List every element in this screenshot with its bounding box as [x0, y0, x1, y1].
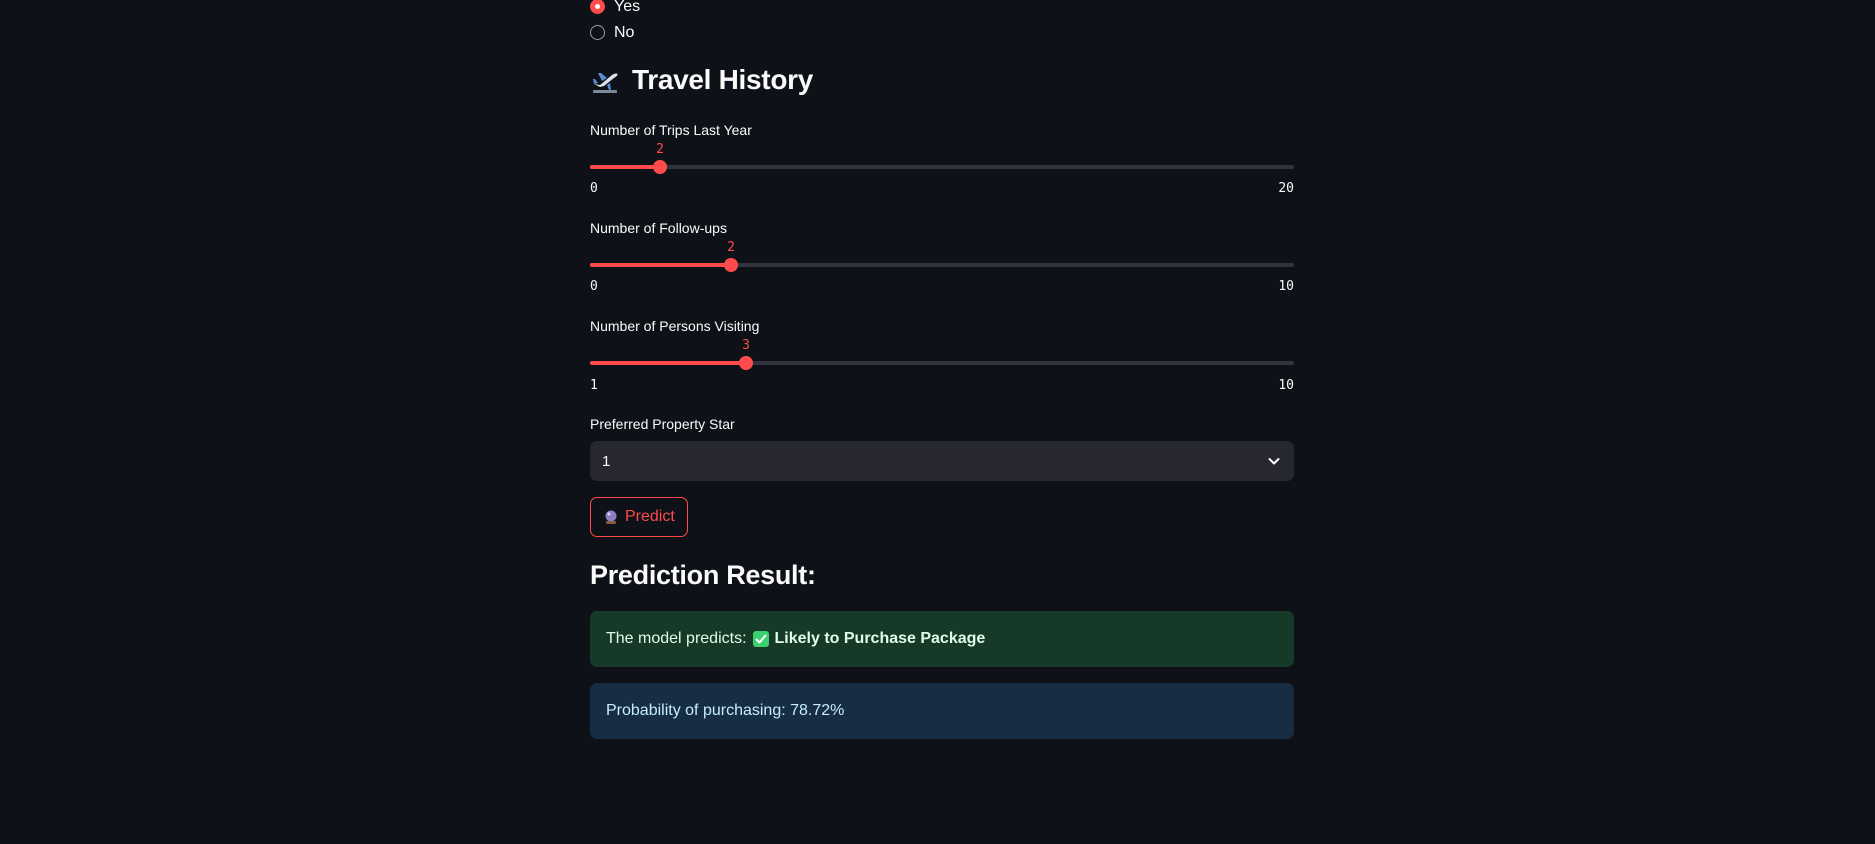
slider-thumb[interactable] [739, 356, 753, 370]
select-label: Preferred Property Star [590, 416, 735, 432]
slider-max: 10 [1278, 378, 1294, 393]
airplane-departure-icon [593, 73, 618, 93]
probability-text: Probability of purchasing: 78.72% [606, 702, 845, 719]
slider-fill [590, 263, 731, 267]
button-label: Predict [625, 508, 675, 525]
slider-max: 20 [1278, 181, 1294, 196]
slider-current-value: 3 [742, 338, 750, 353]
slider-thumb[interactable] [724, 258, 738, 272]
slider-min: 0 [590, 181, 598, 196]
radio-label: Yes [614, 0, 641, 15]
radio-option-yes[interactable]: Yes [590, 0, 640, 19]
chevron-down-icon [1268, 458, 1280, 465]
prediction-result-heading: Prediction Result: [590, 560, 816, 590]
slider-track[interactable] [590, 356, 1294, 370]
slider-current-value: 2 [656, 142, 664, 157]
slider-track[interactable] [590, 160, 1294, 174]
property-star-select[interactable]: 1 [590, 441, 1294, 481]
slider-persons-visiting: Number of Persons Visiting 3 1 10 [590, 318, 1294, 393]
slider-min: 0 [590, 279, 598, 294]
heading-text: Travel History [632, 64, 813, 95]
prediction-alert: The model predicts: Likely to Purchase P… [590, 611, 1294, 667]
radio-unchecked-icon [590, 25, 605, 40]
prediction-prefix: The model predicts: [606, 630, 747, 647]
slider-thumb[interactable] [653, 160, 667, 174]
radio-label: No [614, 23, 635, 41]
slider-min: 1 [590, 378, 598, 393]
crystal-ball-icon [605, 510, 617, 524]
slider-track[interactable] [590, 258, 1294, 272]
radio-group: Yes No [590, 0, 640, 45]
slider-follow-ups: Number of Follow-ups 2 0 10 [590, 220, 1294, 294]
predict-button[interactable]: Predict [590, 497, 688, 537]
check-mark-icon [752, 631, 769, 647]
probability-alert: Probability of purchasing: 78.72% [590, 683, 1294, 739]
slider-max: 10 [1278, 279, 1294, 294]
slider-label: Number of Follow-ups [590, 220, 727, 236]
slider-trips-last-year: Number of Trips Last Year 2 0 20 [590, 122, 1294, 196]
slider-label: Number of Persons Visiting [590, 318, 760, 334]
slider-current-value: 2 [727, 240, 735, 255]
prediction-value: Likely to Purchase Package [774, 630, 986, 647]
section-heading-travel-history: Travel History [590, 64, 813, 96]
slider-label: Number of Trips Last Year [590, 122, 752, 138]
radio-checked-icon [590, 0, 605, 14]
radio-option-no[interactable]: No [590, 20, 640, 45]
slider-fill [590, 361, 746, 365]
slider-fill [590, 165, 660, 169]
select-value: 1 [602, 452, 611, 470]
